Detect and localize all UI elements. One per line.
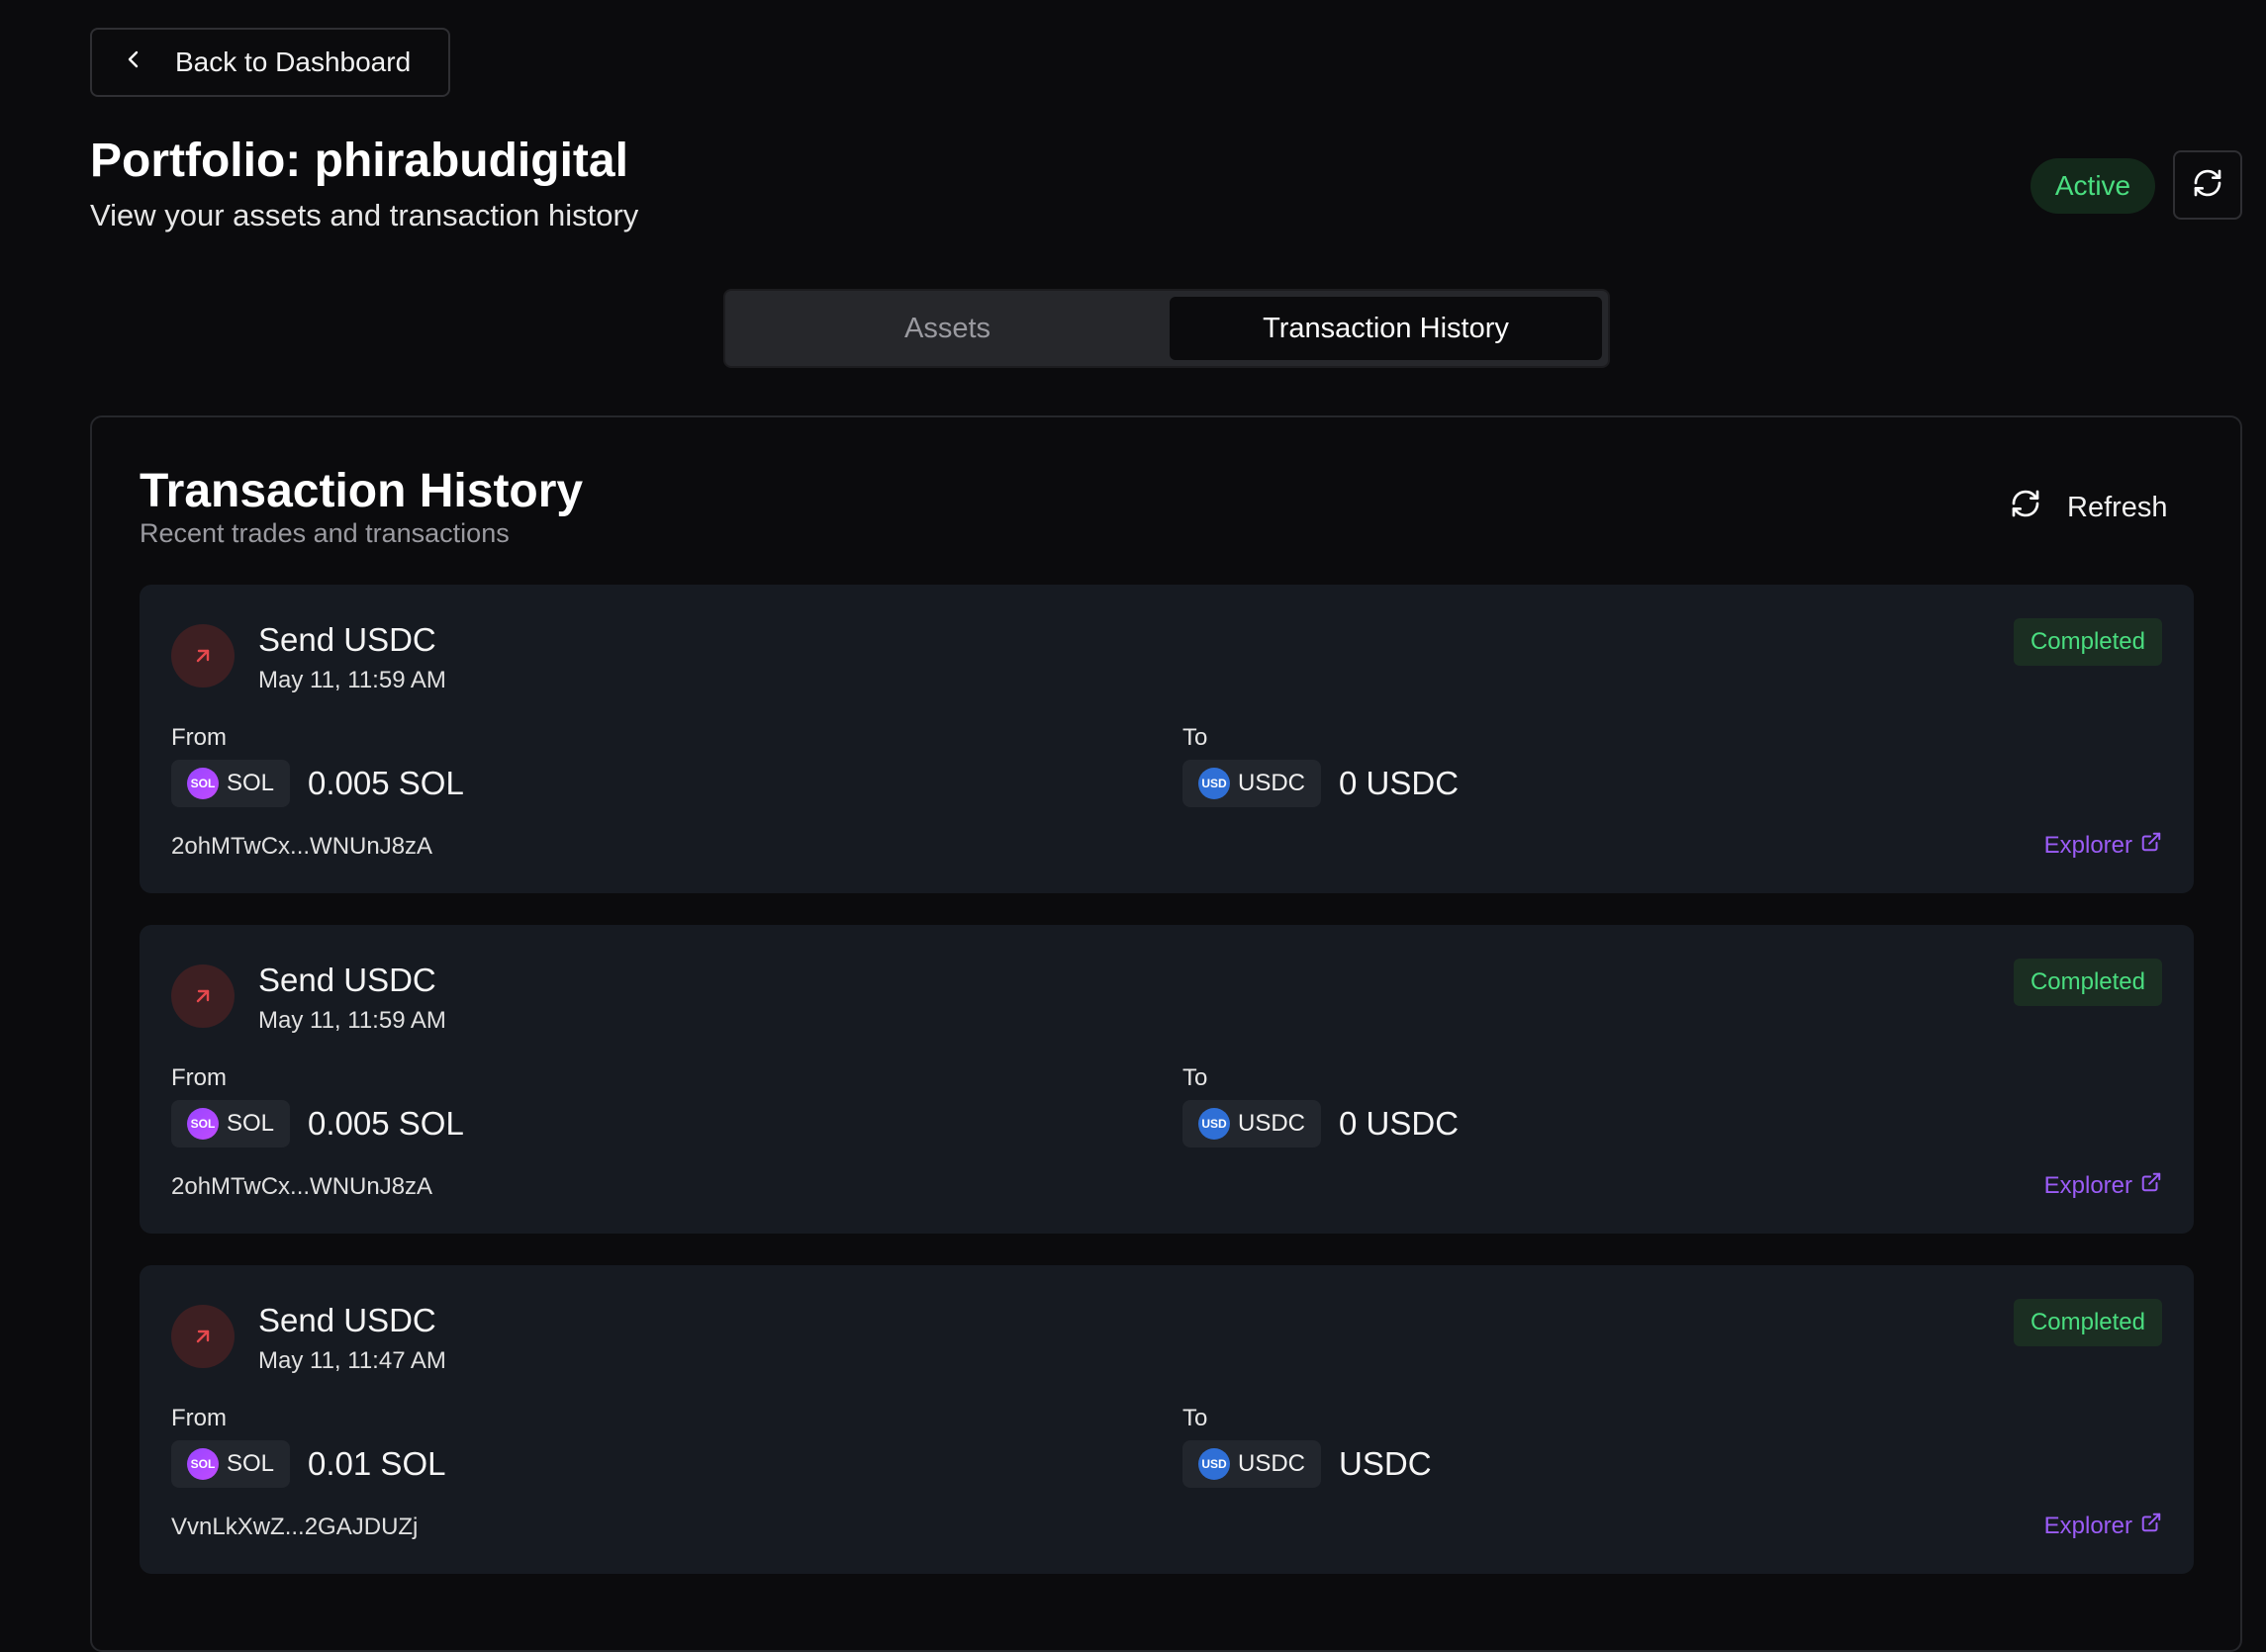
header-refresh-button[interactable] [2173,150,2242,220]
from-token-symbol: SOL [227,770,275,796]
from-label: From [171,1405,227,1431]
to-amount: 0 USDC [1339,765,1460,801]
external-link-icon [2140,831,2162,860]
from-token-chip: SOL SOL [171,1100,291,1147]
from-amount: 0.005 SOL [308,1105,464,1142]
arrow-up-right-icon [171,964,235,1028]
transaction-date: May 11, 11:59 AM [258,667,446,693]
transaction-title: Send USDC [258,962,436,998]
tab-assets[interactable]: Assets [731,297,1164,360]
explorer-link[interactable]: Explorer [2044,831,2162,860]
to-token-symbol: USDC [1238,1110,1306,1137]
explorer-label: Explorer [2043,831,2132,859]
card-subtitle: Recent trades and transactions [140,518,510,548]
tab-bar: Assets Transaction History [723,289,1610,368]
external-link-icon [2140,1512,2162,1540]
usdc-coin-icon: USD [1198,1448,1230,1480]
from-token-symbol: SOL [227,1450,275,1477]
to-amount: USDC [1339,1445,1432,1482]
back-to-dashboard-button[interactable]: Back to Dashboard [90,28,450,97]
refresh-icon [2192,167,2223,204]
refresh-label: Refresh [2067,491,2168,523]
transaction-title: Send USDC [258,621,436,658]
sol-coin-icon: SOL [187,1108,219,1140]
refresh-button[interactable]: Refresh [2010,483,2168,532]
chevron-left-icon [122,46,145,78]
arrow-up-right-icon [171,1305,235,1368]
from-row: SOL SOL 0.005 SOL [171,1100,464,1147]
transaction-item: Send USDC May 11, 11:47 AM Completed Fro… [140,1265,2194,1574]
explorer-label: Explorer [2043,1512,2132,1539]
to-row: USD USDC USDC [1182,1440,1432,1488]
arrow-up-right-icon [171,624,235,688]
transaction-history-card: Transaction History Recent trades and tr… [90,415,2242,1652]
to-token-chip: USD USDC [1182,1100,1322,1147]
sol-coin-icon: SOL [187,1448,219,1480]
external-link-icon [2140,1171,2162,1200]
from-row: SOL SOL 0.01 SOL [171,1440,445,1488]
to-label: To [1182,1405,1208,1431]
transaction-status-badge: Completed [2013,959,2162,1006]
from-row: SOL SOL 0.005 SOL [171,760,464,807]
to-row: USD USDC 0 USDC [1182,1100,1459,1147]
from-amount: 0.01 SOL [308,1445,446,1482]
tab-transaction-history[interactable]: Transaction History [1170,297,1602,360]
to-token-chip: USD USDC [1182,760,1322,807]
transaction-date: May 11, 11:59 AM [258,1007,446,1034]
page-title: Portfolio: phirabudigital [90,135,628,187]
transaction-hash: 2ohMTwCx...WNUnJ8zA [171,833,433,860]
to-amount: 0 USDC [1339,1105,1460,1142]
explorer-link[interactable]: Explorer [2044,1171,2162,1200]
to-label: To [1182,724,1208,751]
transaction-item: Send USDC May 11, 11:59 AM Completed Fro… [140,585,2194,893]
transaction-hash: VvnLkXwZ...2GAJDUZj [171,1514,419,1540]
transaction-status-badge: Completed [2013,1299,2162,1346]
to-token-chip: USD USDC [1182,1440,1322,1488]
transaction-date: May 11, 11:47 AM [258,1347,446,1374]
transaction-item: Send USDC May 11, 11:59 AM Completed Fro… [140,925,2194,1234]
from-token-chip: SOL SOL [171,760,291,807]
from-token-symbol: SOL [227,1110,275,1137]
card-title: Transaction History [140,465,584,517]
to-token-symbol: USDC [1238,770,1306,796]
from-amount: 0.005 SOL [308,765,464,801]
status-badge: Active [2030,158,2155,214]
back-button-label: Back to Dashboard [175,46,412,77]
to-row: USD USDC 0 USDC [1182,760,1459,807]
sol-coin-icon: SOL [187,768,219,799]
explorer-link[interactable]: Explorer [2044,1512,2162,1540]
from-label: From [171,1064,227,1091]
transaction-hash: 2ohMTwCx...WNUnJ8zA [171,1173,433,1200]
refresh-icon [2010,488,2041,527]
usdc-coin-icon: USD [1198,768,1230,799]
transaction-status-badge: Completed [2013,618,2162,666]
from-label: From [171,724,227,751]
usdc-coin-icon: USD [1198,1108,1230,1140]
explorer-label: Explorer [2043,1171,2132,1199]
page-subtitle: View your assets and transaction history [90,198,639,232]
transaction-title: Send USDC [258,1302,436,1338]
to-label: To [1182,1064,1208,1091]
to-token-symbol: USDC [1238,1450,1306,1477]
from-token-chip: SOL SOL [171,1440,291,1488]
